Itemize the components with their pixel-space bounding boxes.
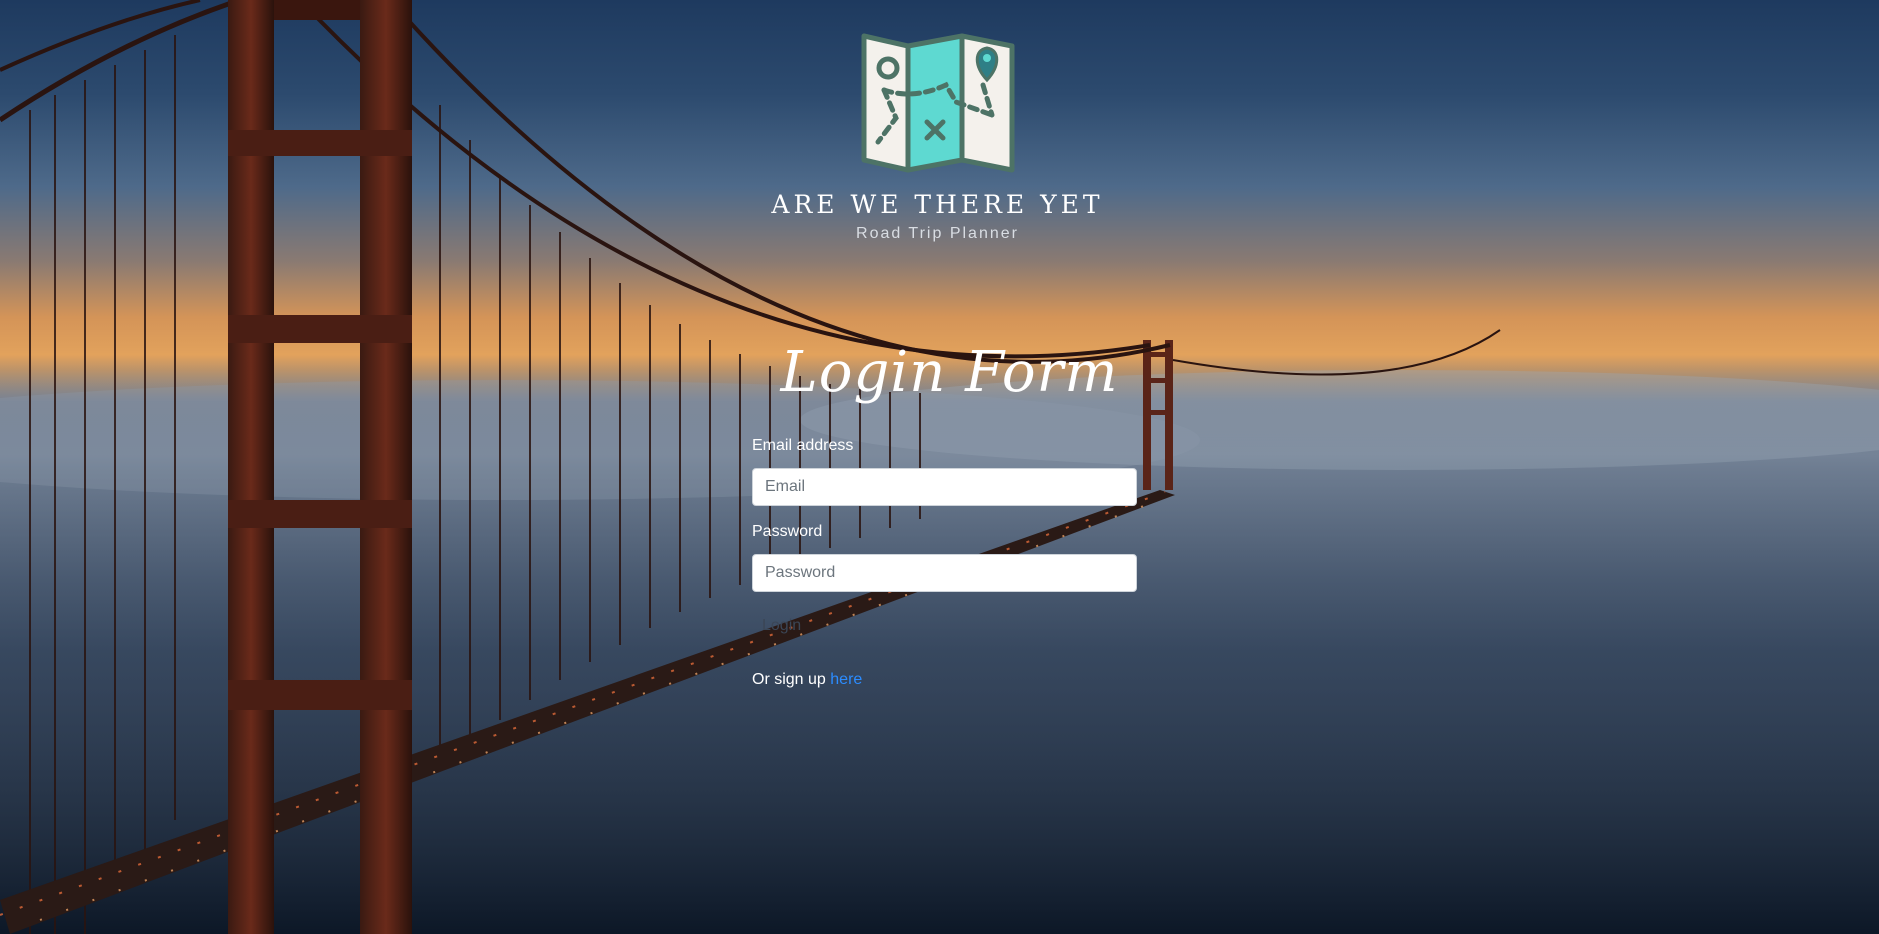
email-field[interactable] xyxy=(752,468,1137,506)
signup-link[interactable]: here xyxy=(830,671,862,688)
folded-map-icon xyxy=(861,33,1015,173)
login-button[interactable]: Login xyxy=(752,613,811,639)
password-label: Password xyxy=(752,523,823,540)
signup-prompt: Or sign up here xyxy=(752,671,862,689)
password-field[interactable] xyxy=(752,554,1137,592)
brand-title: ARE WE THERE YET xyxy=(771,190,1104,219)
brand-subtitle: Road Trip Planner xyxy=(856,225,1019,242)
login-form-title: Login Form xyxy=(780,340,1119,405)
signup-prefix: Or sign up xyxy=(752,671,831,688)
email-label: Email address xyxy=(752,437,854,454)
